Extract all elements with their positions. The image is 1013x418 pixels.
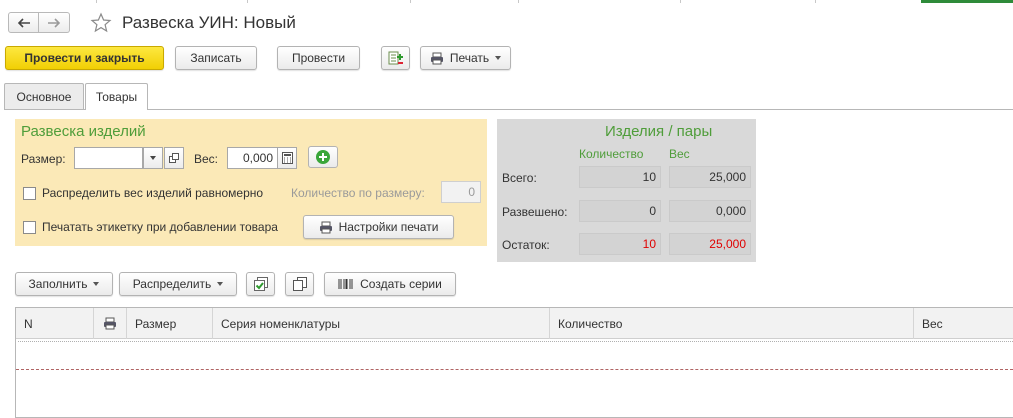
tab-goods[interactable]: Товары [85,83,148,110]
copy-icon [292,277,307,291]
distribute-evenly-label: Распределить вес изделий равномерно [42,186,264,200]
create-series-label: Создать серии [360,277,442,291]
check-all-icon [253,277,268,291]
tab-divider [4,109,1013,110]
print-menu-button[interactable]: Печать [420,46,511,70]
distribute-label: Распределить [132,277,212,291]
tab-main[interactable]: Основное [4,83,84,109]
stats-weighed-qty: 0 [579,200,661,222]
weighing-title: Развеска изделий [21,123,146,140]
open-icon [169,153,179,163]
stats-col-qty: Количество [579,147,644,161]
copy-button[interactable] [285,272,314,296]
stats-row-label: Развешено: [502,205,568,219]
star-icon[interactable] [90,12,112,34]
stats-weighed-weight: 0,000 [669,200,751,222]
stats-total-qty: 10 [579,166,661,188]
weight-label: Вес: [194,152,219,166]
qty-by-size-input[interactable]: 0 [441,181,481,203]
forward-button[interactable] [39,12,70,33]
chevron-down-icon [217,282,224,286]
top-accent-strip [921,0,1013,3]
goods-table[interactable]: N Размер Серия номенклатуры Количество В… [15,307,1013,418]
column-header-quantity[interactable]: Количество [550,308,914,339]
calculator-button[interactable] [277,147,297,169]
stats-remaining-qty: 10 [579,233,661,255]
calculator-icon [281,152,293,164]
top-frame-ticks [0,0,1013,3]
chevron-down-icon [93,282,100,286]
print-label-checkbox[interactable] [23,221,36,234]
printer-icon [319,221,333,234]
weight-input[interactable]: 0,000 [227,147,278,169]
plus-circle-icon [316,150,330,164]
qty-by-size-label: Количество по размеру: [291,186,425,200]
column-header-series[interactable]: Серия номенклатуры [213,308,550,339]
page-title: Развеска УИН: Новый [122,13,296,32]
check-all-button[interactable] [246,272,275,296]
fill-label: Заполнить [28,277,88,291]
stats-row-label: Остаток: [502,238,550,252]
structure-button[interactable] [381,46,410,70]
stats-row-label: Всего: [502,171,537,185]
size-dropdown-button[interactable] [143,147,163,169]
distribute-evenly-checkbox[interactable] [23,187,36,200]
arrow-left-icon [17,17,30,28]
stats-col-weight: Вес [669,147,690,161]
print-settings-label: Настройки печати [338,220,439,234]
printer-icon [430,52,444,65]
print-label-checkbox-label: Печатать этикетку при добавлении товара [42,220,278,234]
post-button[interactable]: Провести [277,46,360,70]
column-header-print[interactable] [94,308,127,339]
print-settings-button[interactable]: Настройки печати [303,215,454,239]
chevron-down-icon [150,156,156,160]
print-label: Печать [449,51,490,65]
column-header-n[interactable]: N [16,308,94,339]
save-button[interactable]: Записать [175,46,257,70]
chevron-down-icon [495,56,502,60]
back-button[interactable] [8,12,39,33]
barcode-icon [338,278,354,290]
stats-remaining-weight: 25,000 [669,233,751,255]
column-header-weight[interactable]: Вес [914,308,1013,339]
distribute-menu-button[interactable]: Распределить [119,272,237,296]
stats-title: Изделия / пары [605,123,713,140]
table-row-focus [18,341,1013,369]
add-item-button[interactable] [308,146,338,168]
column-header-size[interactable]: Размер [127,308,213,339]
size-input[interactable] [74,147,143,169]
printer-icon [104,317,116,330]
document-structure-icon [388,51,403,65]
fill-menu-button[interactable]: Заполнить [15,272,113,296]
arrow-right-icon [48,17,61,28]
create-series-button[interactable]: Создать серии [324,272,456,296]
post-and-close-button[interactable]: Провести и закрыть [5,46,164,70]
size-open-button[interactable] [164,147,184,169]
stats-total-weight: 25,000 [669,166,751,188]
size-label: Размер: [21,152,66,166]
table-header: N Размер Серия номенклатуры Количество В… [16,308,1013,339]
